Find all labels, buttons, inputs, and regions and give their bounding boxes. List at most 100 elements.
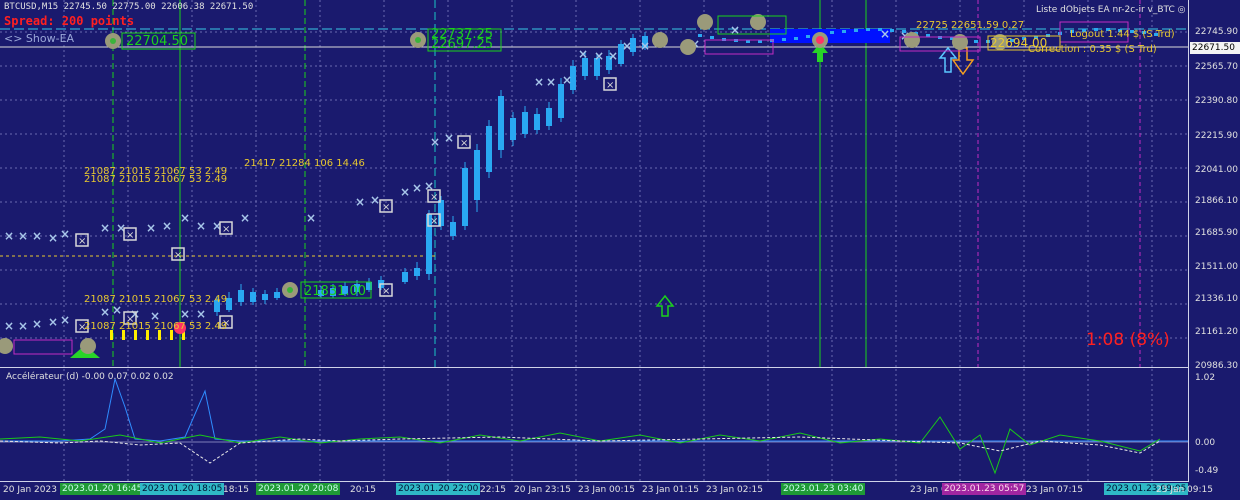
candle-body bbox=[546, 108, 552, 126]
objects-list-label: Liste dObjets EA nr-2c-ir v_BTC bbox=[1036, 5, 1175, 15]
trade-annotation: 21417 21284 106 14.46 bbox=[244, 158, 365, 169]
x-marker: × bbox=[430, 216, 438, 227]
x-marker: × bbox=[444, 131, 454, 145]
x-marker: × bbox=[174, 250, 182, 261]
candle-body bbox=[558, 84, 564, 118]
candle-body bbox=[250, 292, 256, 302]
x-marker: × bbox=[18, 229, 28, 243]
symbol-info: BTCUSD,M15 22745.50 22775.00 22606.38 22… bbox=[4, 2, 254, 12]
x-marker: × bbox=[578, 47, 588, 61]
x-marker: × bbox=[48, 315, 58, 329]
candle-body bbox=[534, 114, 540, 130]
candle-body bbox=[462, 168, 468, 226]
time-label: 23 Jan 00:15 bbox=[578, 485, 635, 495]
candle-body bbox=[854, 29, 858, 32]
x-marker: × bbox=[880, 27, 890, 41]
indicator-canvas[interactable] bbox=[0, 369, 1188, 481]
main-price-chart[interactable]: × × × × × × × × × × × × × × × × × × × × × × × × × × × × × × × × × × × × × × × ×… bbox=[0, 0, 1188, 368]
price-tick: 21336.10 bbox=[1195, 294, 1238, 304]
time-marker: 2023.01.20 16:45 bbox=[60, 483, 145, 495]
circle-icon: ◎ bbox=[1177, 5, 1186, 15]
x-marker: × bbox=[18, 319, 28, 333]
x-marker: × bbox=[4, 229, 14, 243]
price-tick: 21161.20 bbox=[1195, 327, 1238, 337]
x-marker: × bbox=[640, 39, 650, 53]
price-box bbox=[13, 339, 73, 355]
price-tick: 22041.00 bbox=[1195, 165, 1238, 175]
time-label: 23 Jan 07:15 bbox=[1026, 485, 1083, 495]
x-marker: × bbox=[355, 195, 365, 209]
candle-body bbox=[794, 37, 798, 40]
x-marker: × bbox=[78, 236, 86, 247]
candle-body bbox=[830, 31, 834, 34]
x-marker: × bbox=[100, 221, 110, 235]
price-tick: 20986.30 bbox=[1195, 361, 1238, 371]
x-marker: × bbox=[730, 23, 740, 37]
x-marker: × bbox=[32, 229, 42, 243]
indicator-tick: -0.49 bbox=[1195, 466, 1219, 476]
x-marker: × bbox=[32, 317, 42, 331]
time-label: 23 Jan 02:15 bbox=[706, 485, 763, 495]
candle-body bbox=[450, 222, 456, 236]
x-marker: × bbox=[370, 193, 380, 207]
price-tick: 21685.90 bbox=[1195, 228, 1238, 238]
x-marker: × bbox=[606, 80, 614, 91]
time-label: 23 Jan 01:15 bbox=[642, 485, 699, 495]
price-tick: 22745.90 bbox=[1195, 27, 1238, 37]
x-marker: × bbox=[424, 179, 434, 193]
spread-label: Spread: 200 points bbox=[4, 14, 135, 28]
x-marker: × bbox=[240, 211, 250, 225]
x-marker: × bbox=[546, 75, 556, 89]
candle-body bbox=[522, 112, 528, 134]
time-label: 20 Jan 2023 bbox=[3, 485, 57, 495]
indicator-title: Accélérateur (d) -0.00 0.07 0.02 0.02 bbox=[6, 372, 174, 382]
candle-body bbox=[866, 28, 870, 31]
accelerator-indicator-panel[interactable]: Accélérateur (d) -0.00 0.07 0.02 0.02 bbox=[0, 369, 1188, 482]
objects-list-button[interactable]: Liste dObjets EA nr-2c-ir v_BTC ◎ bbox=[1036, 5, 1186, 15]
x-marker: × bbox=[400, 185, 410, 199]
candle-body bbox=[274, 292, 280, 298]
trade-annotation: 21087 21015 21067 53 2.49 bbox=[84, 321, 228, 332]
bar-timer: 1:08 (8%) bbox=[1086, 330, 1170, 350]
price-box-label: 21831.00 bbox=[304, 284, 367, 299]
time-scale[interactable]: 20 Jan 2023 2023.01.20 16:45 2023.01.20 … bbox=[0, 482, 1240, 500]
show-ea-button[interactable]: <> Show-EA bbox=[4, 32, 74, 45]
price-tick: 22215.90 bbox=[1195, 131, 1238, 141]
x-marker: × bbox=[162, 219, 172, 233]
x-marker: × bbox=[382, 286, 390, 297]
candle-body bbox=[414, 268, 420, 276]
x-marker: × bbox=[196, 219, 206, 233]
time-label: 20:15 bbox=[350, 485, 376, 495]
x-marker: × bbox=[126, 230, 134, 241]
grid bbox=[63, 369, 1153, 481]
x-marker: × bbox=[562, 73, 572, 87]
candle-body bbox=[782, 38, 786, 41]
trade-annotation: 21087 21015 21067 53 2.49 bbox=[84, 294, 228, 305]
trading-chart-window: × × × × × × × × × × × × × × × × × × × × × × × × × × × × × × × × × × × × × × × ×… bbox=[0, 0, 1240, 500]
candle-body bbox=[974, 40, 978, 43]
price-tick: 21511.00 bbox=[1195, 262, 1238, 272]
x-marker: × bbox=[60, 227, 70, 241]
x-marker: × bbox=[222, 224, 230, 235]
candle-body bbox=[710, 36, 714, 39]
correction-label: Correction : 0.35 $ (S Trd) bbox=[1028, 44, 1157, 55]
price-scale[interactable]: 22745.90 22565.70 22390.80 22215.90 2204… bbox=[1188, 0, 1240, 482]
time-marker: 2023.01.20 22:00 bbox=[396, 483, 481, 495]
x-marker: × bbox=[180, 211, 190, 225]
x-marker: × bbox=[430, 135, 440, 149]
candle-body bbox=[486, 126, 492, 172]
time-marker: 2023.01.23 03:40 bbox=[781, 483, 866, 495]
up-arrow-icon bbox=[655, 294, 675, 317]
candle-body bbox=[510, 118, 516, 140]
logout-label: Logout 1.44 $ (S Trd) bbox=[1070, 29, 1175, 40]
x-marker: × bbox=[60, 313, 70, 327]
candle-body bbox=[438, 200, 444, 226]
time-label: 20 Jan 23:15 bbox=[514, 485, 571, 495]
price-tick: 22390.80 bbox=[1195, 96, 1238, 106]
price-tick: 22565.70 bbox=[1195, 62, 1238, 72]
x-marker: × bbox=[112, 303, 122, 317]
candle-body bbox=[842, 30, 846, 33]
candle-body bbox=[262, 294, 268, 300]
x-marker: × bbox=[382, 202, 390, 213]
x-marker: × bbox=[100, 305, 110, 319]
